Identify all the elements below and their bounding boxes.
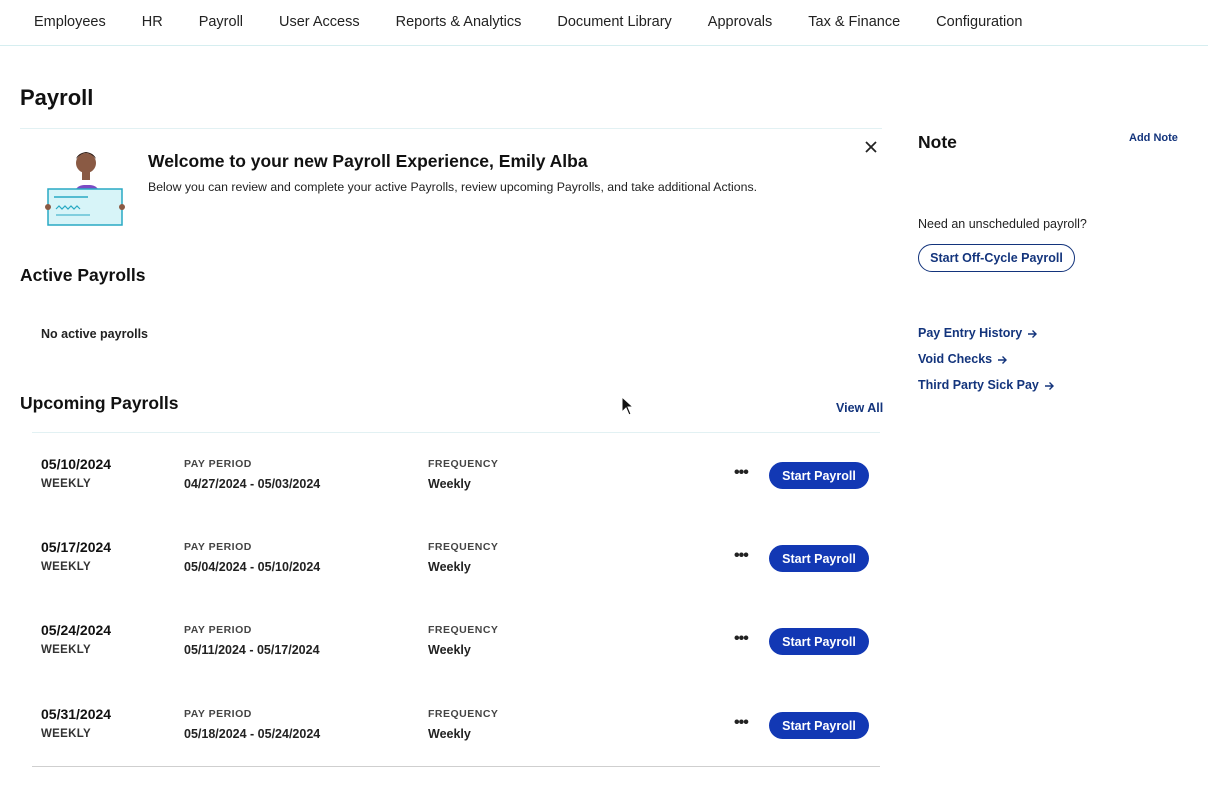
pay-date-frequency: WEEKLY	[41, 644, 91, 656]
pay-period-value: 05/11/2024 - 05/17/2024	[184, 643, 320, 657]
unscheduled-text: Need an unscheduled payroll?	[918, 217, 1087, 231]
mouse-cursor-icon	[621, 396, 635, 416]
more-options-icon[interactable]: •••	[734, 630, 749, 648]
nav-item-employees[interactable]: Employees	[16, 14, 124, 30]
nav-item-hr[interactable]: HR	[124, 14, 181, 30]
pay-period-label: PAY PERIOD	[184, 624, 252, 636]
upcoming-divider-bottom	[32, 766, 880, 767]
payroll-row: 05/17/2024 WEEKLY PAY PERIOD 05/04/2024 - 0…	[0, 539, 880, 589]
pay-date: 05/24/2024	[41, 622, 112, 638]
pay-date-frequency: WEEKLY	[41, 478, 91, 490]
active-payrolls-title: Active Payrolls	[20, 265, 146, 285]
payroll-row: 05/10/2024 WEEKLY PAY PERIOD 04/27/2024 - 0…	[0, 456, 880, 506]
pay-date-frequency: WEEKLY	[41, 561, 91, 573]
pay-period-label: PAY PERIOD	[184, 708, 252, 720]
nav-item-configuration[interactable]: Configuration	[918, 14, 1040, 30]
start-payroll-button[interactable]: Start Payroll	[769, 628, 869, 655]
nav-item-reports-analytics[interactable]: Reports & Analytics	[378, 14, 540, 30]
start-off-cycle-payroll-button[interactable]: Start Off-Cycle Payroll	[918, 244, 1075, 272]
view-all-link[interactable]: View All	[836, 401, 883, 415]
pay-date: 05/10/2024	[41, 456, 112, 472]
arrow-right-icon	[1044, 381, 1054, 390]
pay-date: 05/17/2024	[41, 539, 112, 555]
frequency-label: FREQUENCY	[428, 624, 499, 636]
pay-period-label: PAY PERIOD	[184, 458, 252, 470]
frequency-value: Weekly	[428, 560, 471, 574]
nav-list: Employees HR Payroll User Access Reports & A…	[0, 0, 1208, 44]
nav-item-tax-finance[interactable]: Tax & Finance	[790, 14, 918, 30]
void-checks-link[interactable]: Void Checks	[918, 352, 1008, 366]
upcoming-divider-top	[32, 432, 880, 433]
frequency-value: Weekly	[428, 727, 471, 741]
pay-entry-history-label: Pay Entry History	[918, 326, 1023, 340]
welcome-subtitle: Below you can review and complete your a…	[148, 180, 758, 194]
frequency-label: FREQUENCY	[428, 541, 499, 553]
payroll-row: 05/31/2024 WEEKLY PAY PERIOD 05/18/2024 - 0…	[0, 706, 880, 756]
top-nav: Employees HR Payroll User Access Reports & A…	[0, 0, 1208, 46]
pay-period-value: 05/04/2024 - 05/10/2024	[184, 560, 321, 574]
nav-item-approvals[interactable]: Approvals	[690, 14, 790, 30]
start-payroll-button[interactable]: Start Payroll	[769, 462, 869, 489]
pay-period-value: 04/27/2024 - 05/03/2024	[184, 477, 321, 491]
start-payroll-button[interactable]: Start Payroll	[769, 545, 869, 572]
payroll-row: 05/24/2024 WEEKLY PAY PERIOD 05/11/2024 - 0…	[0, 622, 880, 672]
pay-date-frequency: WEEKLY	[41, 728, 91, 740]
arrow-right-icon	[1028, 329, 1038, 338]
frequency-label: FREQUENCY	[428, 708, 499, 720]
more-options-icon[interactable]: •••	[734, 464, 749, 482]
pay-date: 05/31/2024	[41, 706, 112, 722]
frequency-value: Weekly	[428, 477, 471, 491]
nav-item-payroll[interactable]: Payroll	[181, 14, 261, 30]
person-holding-check-icon	[45, 152, 125, 226]
arrow-right-icon	[998, 355, 1008, 364]
nav-item-document-library[interactable]: Document Library	[539, 14, 689, 30]
nav-item-user-access[interactable]: User Access	[261, 14, 378, 30]
more-options-icon[interactable]: •••	[734, 714, 749, 732]
pay-period-label: PAY PERIOD	[184, 541, 252, 553]
void-checks-label: Void Checks	[918, 352, 993, 366]
third-party-sick-pay-label: Third Party Sick Pay	[918, 378, 1039, 392]
third-party-sick-pay-link[interactable]: Third Party Sick Pay	[918, 378, 1055, 392]
note-title: Note	[918, 132, 957, 152]
welcome-banner: Welcome to your new Payroll Experience, …	[20, 128, 882, 236]
no-active-payrolls-text: No active payrolls	[41, 327, 148, 341]
page-title: Payroll	[20, 85, 94, 110]
upcoming-payrolls-title: Upcoming Payrolls	[20, 393, 179, 413]
frequency-value: Weekly	[428, 643, 471, 657]
frequency-label: FREQUENCY	[428, 458, 499, 470]
welcome-title: Welcome to your new Payroll Experience, …	[148, 151, 588, 171]
pay-entry-history-link[interactable]: Pay Entry History	[918, 326, 1038, 340]
more-options-icon[interactable]: •••	[734, 547, 749, 565]
start-payroll-button[interactable]: Start Payroll	[769, 712, 869, 739]
close-icon[interactable]	[862, 138, 880, 156]
add-note-link[interactable]: Add Note	[1129, 132, 1178, 144]
pay-period-value: 05/18/2024 - 05/24/2024	[184, 727, 321, 741]
